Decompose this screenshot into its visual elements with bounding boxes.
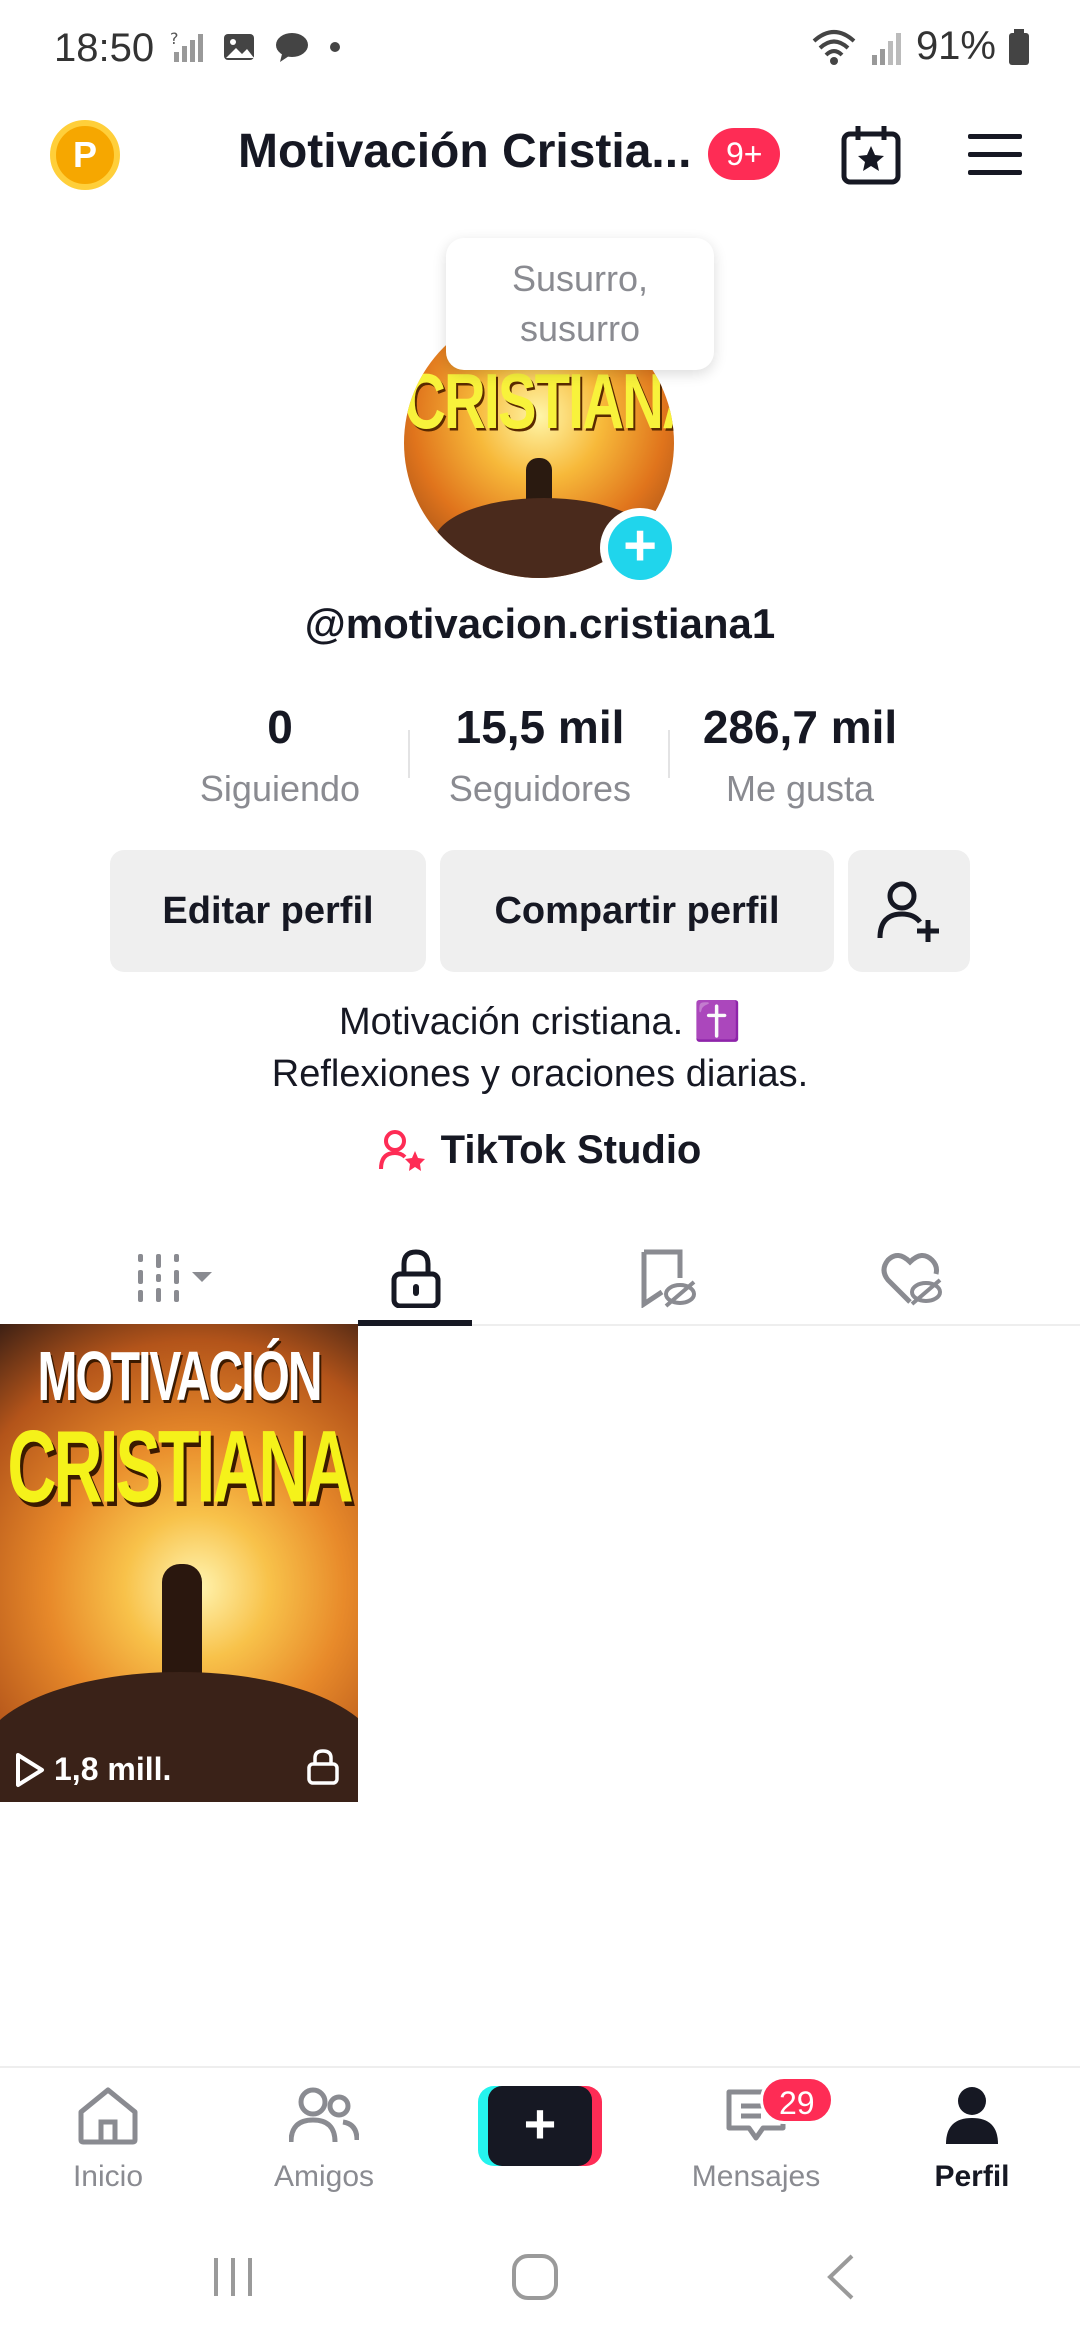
coin-letter: P — [72, 134, 97, 175]
add-friends-button[interactable] — [848, 850, 970, 972]
battery-percent: 91% — [915, 24, 996, 68]
stat-divider — [408, 730, 410, 778]
notification-icons: ? — [170, 30, 342, 64]
stat-value: 286,7 mil — [702, 701, 898, 753]
nav-friends[interactable]: Amigos — [224, 2084, 424, 2194]
nav-profile[interactable]: Perfil — [872, 2084, 1072, 2194]
stat-followers[interactable]: 15,5 mil Seguidores — [410, 700, 670, 820]
bookmark-hidden-icon — [641, 1249, 696, 1308]
notification-badge: 9+ — [708, 128, 781, 180]
play-icon — [16, 1752, 44, 1787]
bio-line: Motivación cristiana. ✝️ — [338, 1001, 742, 1043]
add-user-icon — [877, 881, 939, 942]
lock-icon — [391, 1249, 441, 1308]
stat-label: Me gusta — [725, 768, 875, 809]
stat-label: Siguiendo — [199, 768, 361, 809]
bio-line: Reflexiones y oraciones diarias. — [271, 1053, 809, 1095]
nav-home[interactable]: Inicio — [8, 2084, 208, 2194]
profile-icon — [946, 2087, 998, 2144]
nav-label: Mensajes — [691, 2160, 821, 2193]
profile-tabs — [0, 1230, 1080, 1326]
tab-private[interactable] — [296, 1230, 536, 1326]
signal-question-icon: ? — [170, 30, 203, 62]
profile-bio: Motivación cristiana. ✝️ Reflexiones y o… — [0, 996, 1080, 1100]
thumbnail-title-line1: MOTIVACIÓN — [37, 1339, 322, 1416]
add-story-button[interactable]: + — [600, 508, 680, 588]
bottom-nav: Inicio Amigos + Mensajes 29 Perfil — [0, 2066, 1080, 2206]
whisper-tooltip[interactable]: Susurro, susurro — [446, 238, 714, 370]
messages-badge: 29 — [760, 2076, 834, 2124]
plus-icon: + — [608, 516, 672, 580]
username: @motivacion.cristiana1 — [304, 600, 776, 647]
nav-label: Inicio — [72, 2160, 144, 2193]
cell-signal-icon — [871, 32, 901, 65]
tab-videos[interactable] — [58, 1230, 298, 1326]
creator-star-icon — [378, 1129, 425, 1171]
home-icon — [78, 2087, 138, 2145]
nav-label: Amigos — [273, 2160, 375, 2193]
video-thumbnail[interactable]: MOTIVACIÓN CRISTIANA 1,8 mill. — [0, 1324, 358, 1802]
studio-label: TikTok Studio — [440, 1128, 702, 1172]
heart-hidden-icon — [881, 1253, 942, 1306]
gallery-icon — [224, 34, 254, 60]
status-right: 91% — [810, 24, 1030, 69]
chat-bubble-icon — [276, 33, 308, 62]
svg-text:?: ? — [170, 30, 179, 48]
menu-icon[interactable] — [966, 130, 1024, 180]
tiktok-studio-link[interactable]: TikTok Studio — [0, 1128, 1080, 1173]
thumbnail-title-line2: CRISTIANA — [7, 1410, 353, 1524]
tab-liked[interactable] — [792, 1230, 1032, 1326]
stat-value: 15,5 mil — [455, 701, 625, 753]
profile-header: P Motivación Cristia... 9+ — [0, 110, 1080, 200]
back-icon[interactable] — [822, 2252, 858, 2302]
system-nav-bar — [0, 2206, 1080, 2340]
active-tab-indicator — [358, 1320, 472, 1326]
wifi-icon — [812, 29, 856, 65]
profile-stats: 0 Siguiendo 15,5 mil Seguidores 286,7 mi… — [150, 700, 930, 820]
stat-value: 0 — [267, 701, 293, 753]
stat-divider — [668, 730, 670, 778]
battery-icon — [1009, 28, 1029, 65]
grid-dropdown-icon — [138, 1254, 212, 1302]
view-count-text: 1,8 mill. — [54, 1751, 172, 1787]
tab-saved[interactable] — [546, 1230, 786, 1326]
nav-label: Perfil — [934, 2160, 1010, 2193]
private-lock-icon — [307, 1749, 339, 1785]
stat-likes[interactable]: 286,7 mil Me gusta — [670, 700, 930, 820]
friends-icon — [288, 2087, 360, 2143]
home-button-icon[interactable] — [510, 2252, 560, 2302]
share-profile-button[interactable]: Compartir perfil — [440, 850, 834, 972]
account-switcher-title[interactable]: Motivación Cristia... — [238, 124, 691, 179]
create-video-button[interactable]: + — [478, 2086, 602, 2166]
dot-icon — [330, 42, 340, 52]
plus-icon: + — [488, 2086, 592, 2166]
coin-icon[interactable]: P — [50, 120, 120, 190]
status-time: 18:50 — [54, 26, 155, 70]
view-count: 1,8 mill. — [14, 1751, 171, 1788]
status-bar: 18:50 ? 91% — [0, 0, 1080, 100]
recent-apps-icon[interactable] — [210, 2254, 256, 2300]
calendar-star-icon[interactable] — [838, 122, 904, 188]
stat-following[interactable]: 0 Siguiendo — [150, 700, 410, 820]
edit-profile-button[interactable]: Editar perfil — [110, 850, 426, 972]
stat-label: Seguidores — [448, 768, 632, 809]
